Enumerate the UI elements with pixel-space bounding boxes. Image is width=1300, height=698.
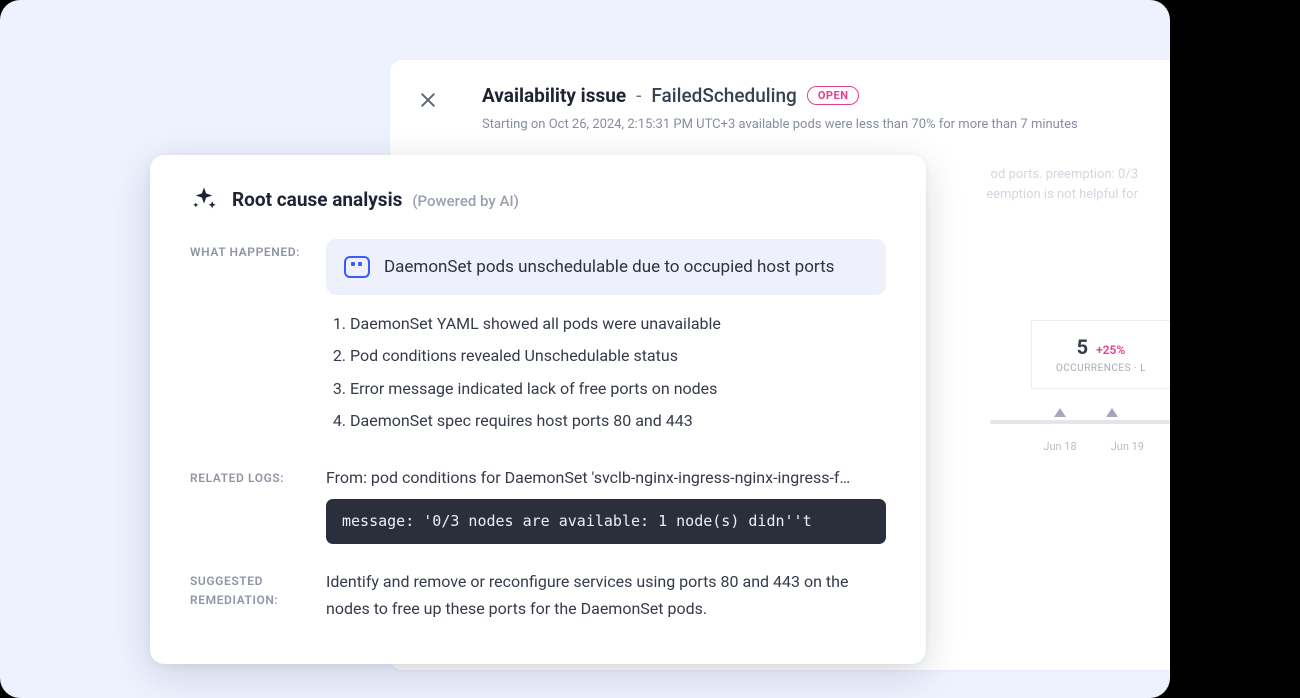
timeline-marker-icon [1054,408,1066,417]
list-item: DaemonSet YAML showed all pods were unav… [350,311,886,337]
timeline-date: Jun 19 [1111,440,1144,453]
issue-title: Availability issue [482,84,626,107]
root-cause-card: Root cause analysis (Powered by AI) WHAT… [150,155,926,664]
close-icon[interactable] [418,90,438,110]
label-suggested-remediation: SUGGESTED REMEDIATION: [190,568,300,622]
rca-powered-label: (Powered by AI) [412,192,519,210]
timeline-marker-icon [1106,408,1118,417]
issue-description: Starting on Oct 26, 2024, 2:15:31 PM UTC… [482,115,1078,135]
log-message: message: '0/3 nodes are available: 1 nod… [326,499,886,544]
timeline-track [990,420,1170,424]
stats-row: 5 +25% OCCURRENCES · L [1031,320,1170,389]
sparkle-icon [190,185,218,213]
issue-subtitle: FailedScheduling [651,84,796,107]
app-frame: Availability issue - FailedScheduling OP… [0,0,1170,698]
timeline-dates: Jun 18 Jun 19 [1043,440,1170,453]
stat-label: OCCURRENCES · L [1056,363,1146,374]
summary-highlight: DaemonSet pods unschedulable due to occu… [326,239,886,295]
list-item: Pod conditions revealed Unschedulable st… [350,343,886,369]
label-what-happened: WHAT HAPPENED: [190,239,300,441]
rca-title: Root cause analysis [232,188,402,211]
log-source: From: pod conditions for DaemonSet 'svcl… [326,465,886,491]
stat-value: 5 [1077,335,1088,359]
label-related-logs: RELATED LOGS: [190,465,300,544]
title-separator: - [636,84,641,107]
stat-occurrences: 5 +25% OCCURRENCES · L [1031,321,1170,388]
list-item: DaemonSet spec requires host ports 80 an… [350,408,886,434]
timeline-date: Jun 18 [1043,440,1076,453]
status-badge: OPEN [807,86,860,105]
container-icon [344,256,370,278]
steps-list: DaemonSet YAML showed all pods were unav… [326,311,886,435]
stat-delta: +25% [1096,343,1125,357]
suggestion-text: Identify and remove or reconfigure servi… [326,568,886,622]
summary-text: DaemonSet pods unschedulable due to occu… [384,253,834,281]
list-item: Error message indicated lack of free por… [350,376,886,402]
